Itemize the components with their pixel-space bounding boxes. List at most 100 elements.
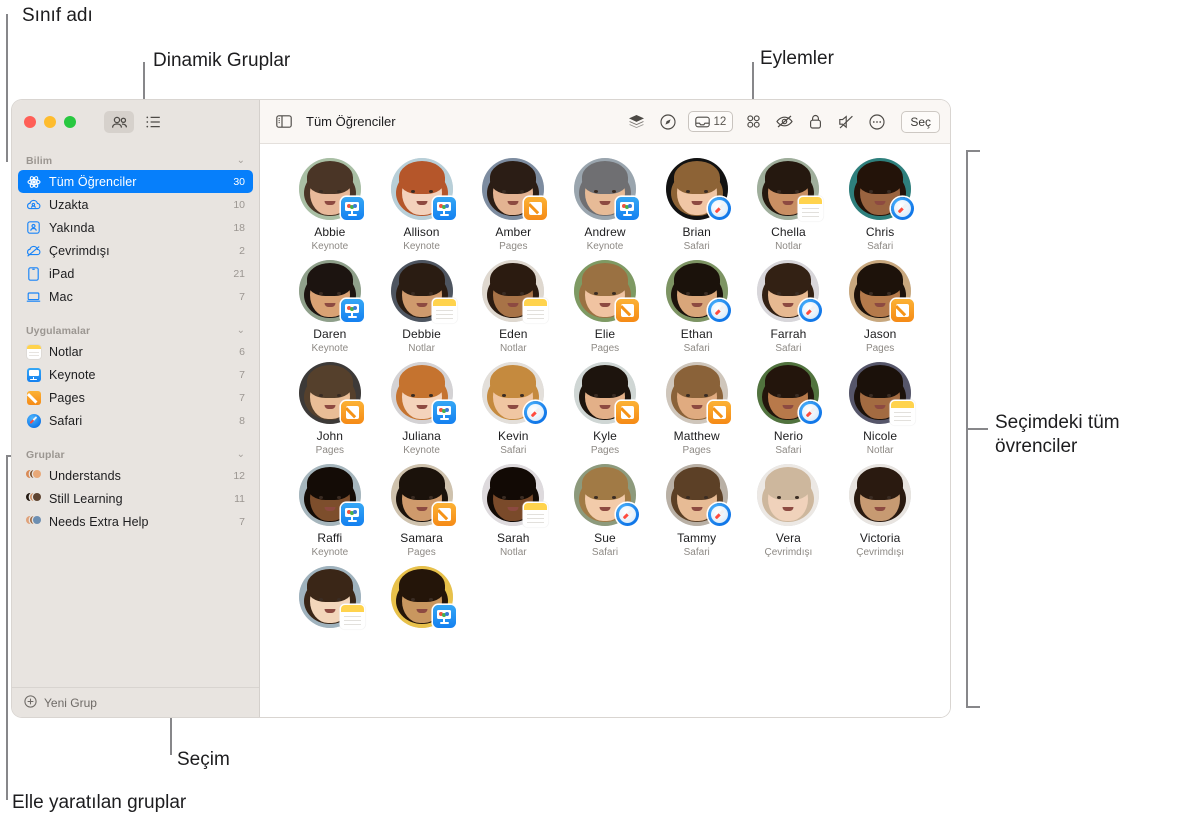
- student-card[interactable]: Raffi Keynote: [284, 464, 376, 558]
- student-card[interactable]: Elie Pages: [559, 260, 651, 354]
- avatar-wrap[interactable]: [849, 158, 915, 220]
- avatar-wrap[interactable]: [757, 362, 823, 424]
- sidebar-item-pages[interactable]: Pages 7: [18, 386, 253, 409]
- student-card[interactable]: [284, 566, 376, 628]
- avatar-wrap[interactable]: [849, 464, 912, 526]
- sidebar-item-label: Uzakta: [49, 197, 89, 212]
- student-card[interactable]: Chella Notlar: [743, 158, 835, 252]
- lock-icon[interactable]: [804, 111, 826, 133]
- sidebar-item-ipad[interactable]: iPad 21: [18, 262, 253, 285]
- mute-icon[interactable]: [835, 111, 857, 133]
- sidebar-item-still-learning[interactable]: Still Learning 11: [18, 487, 253, 510]
- avatar-wrap[interactable]: [482, 260, 548, 322]
- avatar-wrap[interactable]: [390, 464, 456, 526]
- student-card[interactable]: Farrah Safari: [743, 260, 835, 354]
- close-window-button[interactable]: [24, 116, 36, 128]
- student-card[interactable]: [376, 566, 468, 628]
- student-card[interactable]: Debbie Notlar: [376, 260, 468, 354]
- more-icon[interactable]: [866, 111, 888, 133]
- inbox-icon-button[interactable]: 12: [687, 111, 734, 132]
- student-card[interactable]: Eden Notlar: [467, 260, 559, 354]
- sidebar-item-safari[interactable]: Safari 8: [18, 409, 253, 432]
- sidebar-item-yakinda[interactable]: Yakında 18: [18, 216, 253, 239]
- avatar-wrap[interactable]: [849, 362, 915, 424]
- student-card[interactable]: Brian Safari: [651, 158, 743, 252]
- avatar-wrap[interactable]: [298, 566, 364, 628]
- student-card[interactable]: Jason Pages: [834, 260, 926, 354]
- avatar-wrap[interactable]: [757, 260, 823, 322]
- sidebar-item-cevrimdisi[interactable]: Çevrimdışı 2: [18, 239, 253, 262]
- chevron-down-icon[interactable]: ⌄: [237, 450, 245, 460]
- student-card[interactable]: Sue Safari: [559, 464, 651, 558]
- avatar-wrap[interactable]: [390, 362, 456, 424]
- avatar-wrap[interactable]: [573, 464, 639, 526]
- avatar-wrap[interactable]: [482, 362, 548, 424]
- eye-slash-icon[interactable]: [773, 111, 795, 133]
- avatar-wrap[interactable]: [665, 362, 731, 424]
- avatar-wrap[interactable]: [757, 464, 820, 526]
- list-view-button[interactable]: [138, 111, 168, 133]
- student-card[interactable]: Ethan Safari: [651, 260, 743, 354]
- student-card[interactable]: Allison Keynote: [376, 158, 468, 252]
- avatar-wrap[interactable]: [665, 464, 731, 526]
- layers-icon[interactable]: [626, 111, 648, 133]
- select-button[interactable]: Seç: [901, 110, 940, 133]
- student-card[interactable]: Matthew Pages: [651, 362, 743, 456]
- student-card[interactable]: Kyle Pages: [559, 362, 651, 456]
- students-grid-container[interactable]: Abbie Keynote Allison Keynote Amber Pages Andr…: [260, 144, 950, 717]
- avatar-wrap[interactable]: [390, 566, 456, 628]
- sidebar-item-tum-ogrenciler[interactable]: Tüm Öğrenciler 30: [18, 170, 253, 193]
- student-card[interactable]: Amber Pages: [467, 158, 559, 252]
- avatar-wrap[interactable]: [390, 260, 456, 322]
- student-card[interactable]: Samara Pages: [376, 464, 468, 558]
- avatar-wrap[interactable]: [665, 158, 731, 220]
- avatar-wrap[interactable]: [757, 158, 823, 220]
- student-card[interactable]: Kevin Safari: [467, 362, 559, 456]
- view-toggle[interactable]: [104, 111, 168, 133]
- avatar-wrap[interactable]: [390, 158, 456, 220]
- student-card[interactable]: Nicole Notlar: [834, 362, 926, 456]
- avatar-wrap[interactable]: [573, 260, 639, 322]
- sidebar-item-keynote[interactable]: Keynote 7: [18, 363, 253, 386]
- avatar-wrap[interactable]: [482, 158, 548, 220]
- chevron-down-icon[interactable]: ⌄: [237, 156, 245, 166]
- student-card[interactable]: Nerio Safari: [743, 362, 835, 456]
- student-card[interactable]: Chris Safari: [834, 158, 926, 252]
- student-card[interactable]: Tammy Safari: [651, 464, 743, 558]
- avatar-wrap[interactable]: [298, 260, 364, 322]
- avatar-wrap[interactable]: [298, 464, 364, 526]
- sidebar-list[interactable]: Bilim ⌄ Tüm Öğrenciler 30 Uzakta 10 Yakı…: [12, 144, 259, 687]
- sidebar-section-header-gruplar[interactable]: Gruplar ⌄: [12, 446, 259, 464]
- avatar-wrap[interactable]: [298, 362, 364, 424]
- student-card[interactable]: Juliana Keynote: [376, 362, 468, 456]
- student-card[interactable]: Daren Keynote: [284, 260, 376, 354]
- student-card[interactable]: Sarah Notlar: [467, 464, 559, 558]
- chevron-down-icon[interactable]: ⌄: [237, 326, 245, 336]
- avatar-wrap[interactable]: [849, 260, 915, 322]
- student-card[interactable]: Abbie Keynote: [284, 158, 376, 252]
- avatar-wrap[interactable]: [573, 158, 639, 220]
- apps-grid-icon[interactable]: [742, 111, 764, 133]
- people-view-button[interactable]: [104, 111, 134, 133]
- student-card[interactable]: Victoria Çevrimdışı: [834, 464, 926, 558]
- student-card[interactable]: Andrew Keynote: [559, 158, 651, 252]
- sidebar-item-uzakta[interactable]: Uzakta 10: [18, 193, 253, 216]
- new-group-button[interactable]: Yeni Grup: [12, 687, 259, 717]
- avatar-wrap[interactable]: [665, 260, 731, 322]
- navigate-icon[interactable]: [657, 111, 679, 133]
- sidebar-item-understands[interactable]: Understands 12: [18, 464, 253, 487]
- sidebar-icon[interactable]: [273, 111, 295, 133]
- sidebar-item-notlar[interactable]: Notlar 6: [18, 340, 253, 363]
- sidebar-section-header-bilim[interactable]: Bilim ⌄: [12, 152, 259, 170]
- zoom-window-button[interactable]: [64, 116, 76, 128]
- avatar-wrap[interactable]: [573, 362, 639, 424]
- window-controls[interactable]: [24, 116, 76, 128]
- sidebar-item-mac[interactable]: Mac 7: [18, 285, 253, 308]
- avatar-wrap[interactable]: [298, 158, 364, 220]
- student-card[interactable]: Vera Çevrimdışı: [743, 464, 835, 558]
- minimize-window-button[interactable]: [44, 116, 56, 128]
- sidebar-item-needs-extra-help[interactable]: Needs Extra Help 7: [18, 510, 253, 533]
- student-card[interactable]: John Pages: [284, 362, 376, 456]
- sidebar-section-header-uygulamalar[interactable]: Uygulamalar ⌄: [12, 322, 259, 340]
- avatar-wrap[interactable]: [482, 464, 548, 526]
